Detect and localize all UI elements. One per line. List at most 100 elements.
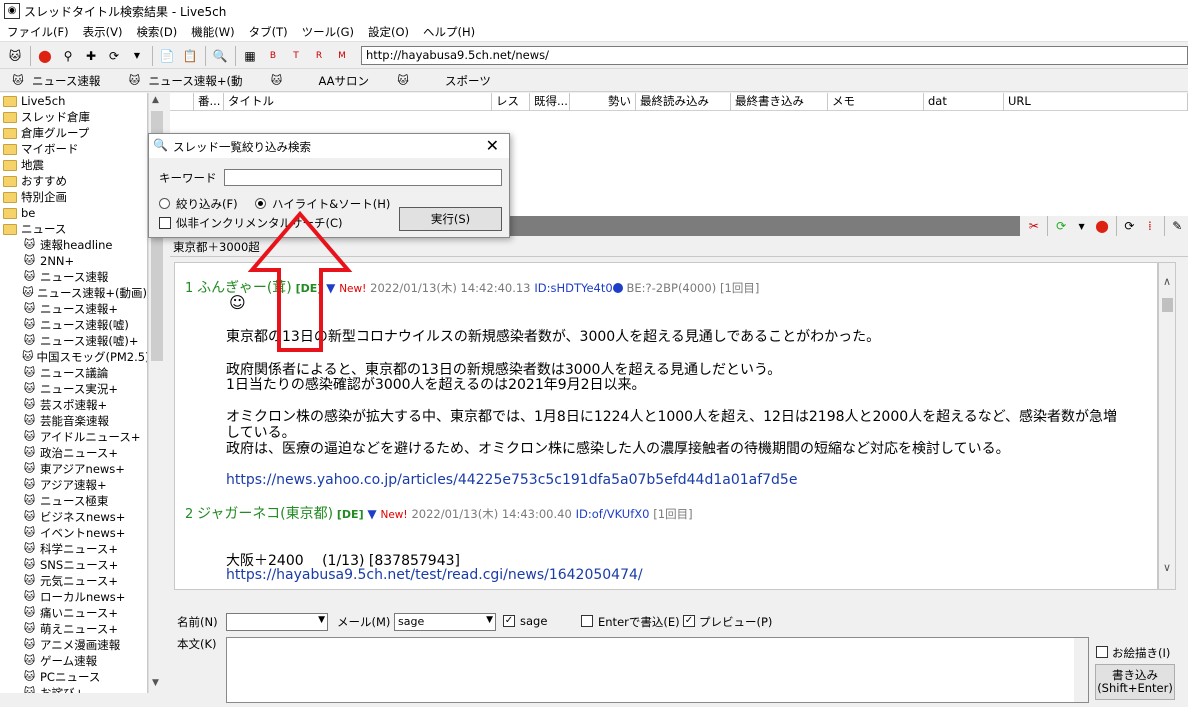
refresh-icon[interactable]: ⟳ (1120, 215, 1139, 237)
col-dat[interactable]: dat (924, 93, 1004, 111)
preview-checkbox[interactable]: ✓ (683, 615, 695, 627)
tree-board-item[interactable]: 🐱 ニュース速報(嘘) (0, 317, 147, 333)
board-tab-news[interactable]: 🐱 ニュース速報 (0, 73, 100, 89)
post-link[interactable]: https://hayabusa9.5ch.net/test/read.cgi/… (226, 567, 643, 583)
stop-icon[interactable]: ⬤ (34, 45, 56, 67)
menu-tab[interactable]: タブ(T) (242, 24, 295, 40)
tree-board-item[interactable]: 🐱 東アジアnews+ (0, 461, 147, 477)
highlight-radio[interactable] (255, 198, 266, 209)
enter-post-checkbox[interactable] (581, 615, 593, 627)
post-id[interactable]: ID:sHDTYe4t0 (534, 281, 612, 295)
res-icon[interactable]: R (308, 45, 330, 67)
tree-board-item[interactable]: 🐱 アニメ漫画速報 (0, 637, 147, 653)
tree-folder[interactable]: 地震 (0, 157, 147, 173)
menu-tools[interactable]: ツール(G) (295, 24, 361, 40)
name-field[interactable]: ▼ (226, 613, 328, 631)
menu-settings[interactable]: 設定(O) (361, 24, 416, 40)
mail-field[interactable]: sage ▼ (394, 613, 496, 631)
thread-tab[interactable]: 東京都＋3000超 (173, 239, 260, 255)
pseudo-search-checkbox[interactable] (159, 217, 171, 229)
oekaki-checkbox[interactable] (1096, 646, 1108, 658)
paste-icon[interactable]: 📋 (179, 45, 201, 67)
refresh-icon[interactable]: ⟳ (103, 45, 125, 67)
chevron-down-icon[interactable]: ▼ (126, 45, 148, 67)
scroll-down-icon[interactable]: ∨ (1163, 561, 1171, 574)
scroll-thumb[interactable] (1162, 298, 1173, 312)
close-icon[interactable]: ✕ (486, 136, 499, 155)
scroll-up-icon[interactable]: ▲ (152, 95, 159, 105)
tree-folder[interactable]: 特別企画 (0, 189, 147, 205)
sage-checkbox[interactable]: ✓ (503, 615, 515, 627)
tree-board-item[interactable]: 🐱 芸能音楽速報 (0, 413, 147, 429)
tree-folder[interactable]: 倉庫グループ (0, 125, 147, 141)
delete-log-icon[interactable]: ✂ (1024, 215, 1043, 237)
chevron-down-icon[interactable]: ▼ (486, 615, 493, 625)
tree-board-item[interactable]: 🐱 痛いニュース+ (0, 605, 147, 621)
tree-board-item[interactable]: 🐱 萌えニュース+ (0, 621, 147, 637)
tree-board-item[interactable]: 🐱 ニュース極東 (0, 493, 147, 509)
wand-icon[interactable]: ⚲ (57, 45, 79, 67)
col-last-write[interactable]: 最終書き込み (731, 93, 828, 111)
col-res[interactable]: レス (492, 93, 530, 111)
board-tab-news-video[interactable]: 🐱 ニュース速報+(動 (116, 73, 243, 89)
filter-radio[interactable] (159, 198, 170, 209)
tree-board-item[interactable]: 🐱 お詫び+ (0, 685, 147, 693)
col-momentum[interactable]: 勢い (570, 93, 636, 111)
brd-icon[interactable]: B (262, 45, 284, 67)
tree-board-item[interactable]: 🐱 中国スモッグ(PM2.5) (0, 349, 147, 365)
post-name[interactable]: ジャガーネコ(東京都) (197, 506, 333, 522)
menu-help[interactable]: ヘルプ(H) (416, 24, 482, 40)
tree-board-item[interactable]: 🐱 ローカルnews+ (0, 589, 147, 605)
tree-board-item[interactable]: 🐱 アジア速報+ (0, 477, 147, 493)
tree-folder[interactable]: スレッド倉庫 (0, 109, 147, 125)
body-textarea[interactable] (226, 637, 1089, 703)
menu-search[interactable]: 検索(D) (129, 24, 184, 40)
tree-board-item[interactable]: 🐱 芸スポ速報+ (0, 397, 147, 413)
tree-board-item[interactable]: 🐱 イベントnews+ (0, 525, 147, 541)
address-input[interactable]: http://hayabusa9.5ch.net/news/ (361, 46, 1188, 65)
body-scrollbar[interactable] (1074, 638, 1088, 702)
tree-board-item[interactable]: 🐱 アイドルニュース+ (0, 429, 147, 445)
scroll-down-icon[interactable]: ▼ (152, 678, 159, 688)
board-tab-sports[interactable]: 🐱 スポーツ (385, 73, 491, 89)
tree-icon[interactable]: ✚ (80, 45, 102, 67)
tree-board-item[interactable]: 🐱 政治ニュース+ (0, 445, 147, 461)
search-thread-icon[interactable]: 🔍 (209, 45, 231, 67)
submit-button[interactable]: 書き込み (Shift+Enter) (1095, 664, 1175, 700)
tree-board-item[interactable]: 🐱 ニュース速報 (0, 269, 147, 285)
post-link[interactable]: https://news.yahoo.co.jp/articles/44225e… (226, 472, 797, 488)
execute-button[interactable]: 実行(S) (399, 207, 502, 231)
post-be[interactable]: BE:?-2BP(4000) (627, 281, 717, 295)
stop-icon[interactable]: ⬤ (1092, 215, 1111, 237)
mk-icon[interactable]: M (331, 45, 353, 67)
keyword-input[interactable] (224, 169, 502, 186)
tree-board-item[interactable]: 🐱 ビジネスnews+ (0, 509, 147, 525)
tree-board-item[interactable]: 🐱 ニュース速報+(動画) (0, 285, 147, 301)
scroll-up-icon[interactable]: ∧ (1163, 275, 1171, 288)
tree-board-item[interactable]: 🐱 ニュース速報+ (0, 301, 147, 317)
cat-icon[interactable]: 🐱 (4, 45, 26, 67)
post-id[interactable]: ID:of/VKUfX0 (576, 507, 650, 521)
col-memo[interactable]: メモ (828, 93, 924, 111)
tree-board-item[interactable]: 🐱 元気ニュース+ (0, 573, 147, 589)
post-number[interactable]: 2 (185, 507, 193, 522)
menu-view[interactable]: 表示(V) (76, 24, 130, 40)
chevron-down-icon[interactable]: ▼ (1072, 215, 1091, 237)
col-last-read[interactable]: 最終読み込み (636, 93, 731, 111)
tree-board-item[interactable]: 🐱 速報headline (0, 237, 147, 253)
triangle-down-icon[interactable]: ▼ (367, 507, 376, 521)
board-icon[interactable]: ▦ (239, 45, 261, 67)
write-icon[interactable]: ✎ (1168, 215, 1187, 237)
copy-icon[interactable]: 📄 (156, 45, 178, 67)
tree-board-item[interactable]: 🐱 科学ニュース+ (0, 541, 147, 557)
col-title[interactable]: タイトル (224, 93, 492, 111)
reload-icon[interactable]: ⟳ (1051, 215, 1070, 237)
tree-folder[interactable]: be (0, 205, 147, 221)
thread-scrollbar[interactable]: ∧ ∨ (1158, 262, 1176, 590)
tree-board-item[interactable]: 🐱 ニュース議論 (0, 365, 147, 381)
tree-folder[interactable]: マイボード (0, 141, 147, 157)
tree-board-item[interactable]: 🐱 ニュース実況+ (0, 381, 147, 397)
tree-board-item[interactable]: 🐱 SNSニュース+ (0, 557, 147, 573)
col-number[interactable]: 番... (194, 93, 224, 111)
chevron-down-icon[interactable]: ▼ (318, 615, 325, 625)
